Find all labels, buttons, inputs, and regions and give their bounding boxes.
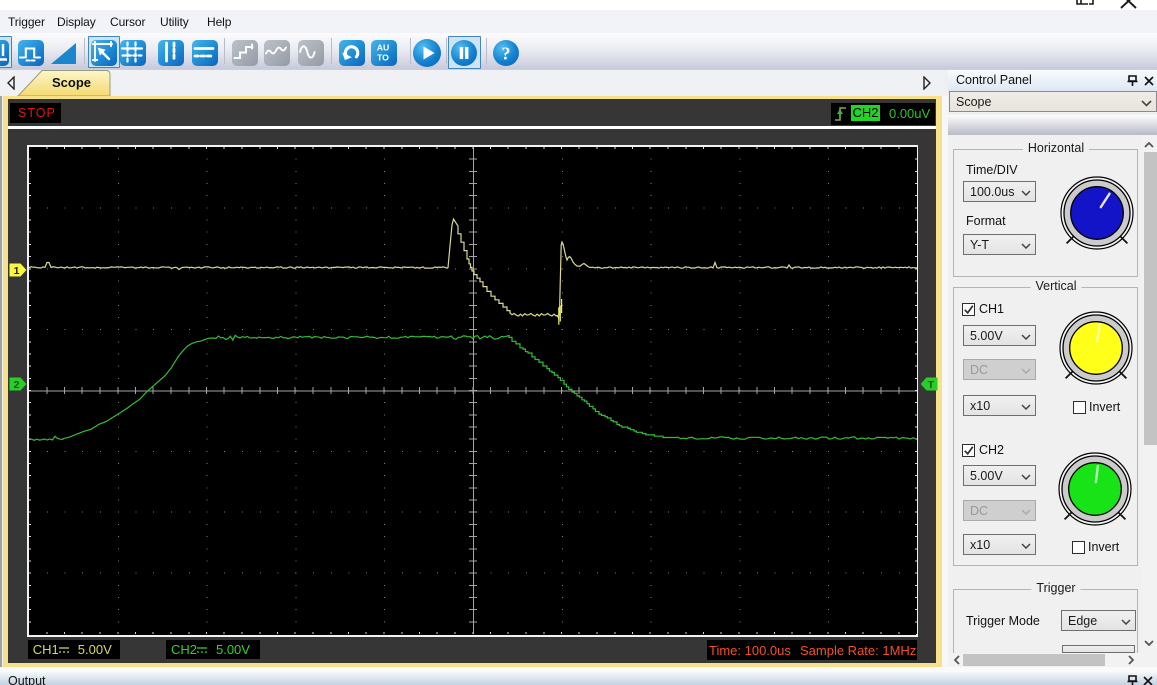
svg-text:?: ? [502,44,511,64]
svg-text:T: T [927,378,934,390]
svg-text:AU: AU [377,43,390,53]
svg-text:TO: TO [377,53,389,63]
svg-text:1: 1 [13,264,19,276]
svg-text:2: 2 [13,378,19,390]
